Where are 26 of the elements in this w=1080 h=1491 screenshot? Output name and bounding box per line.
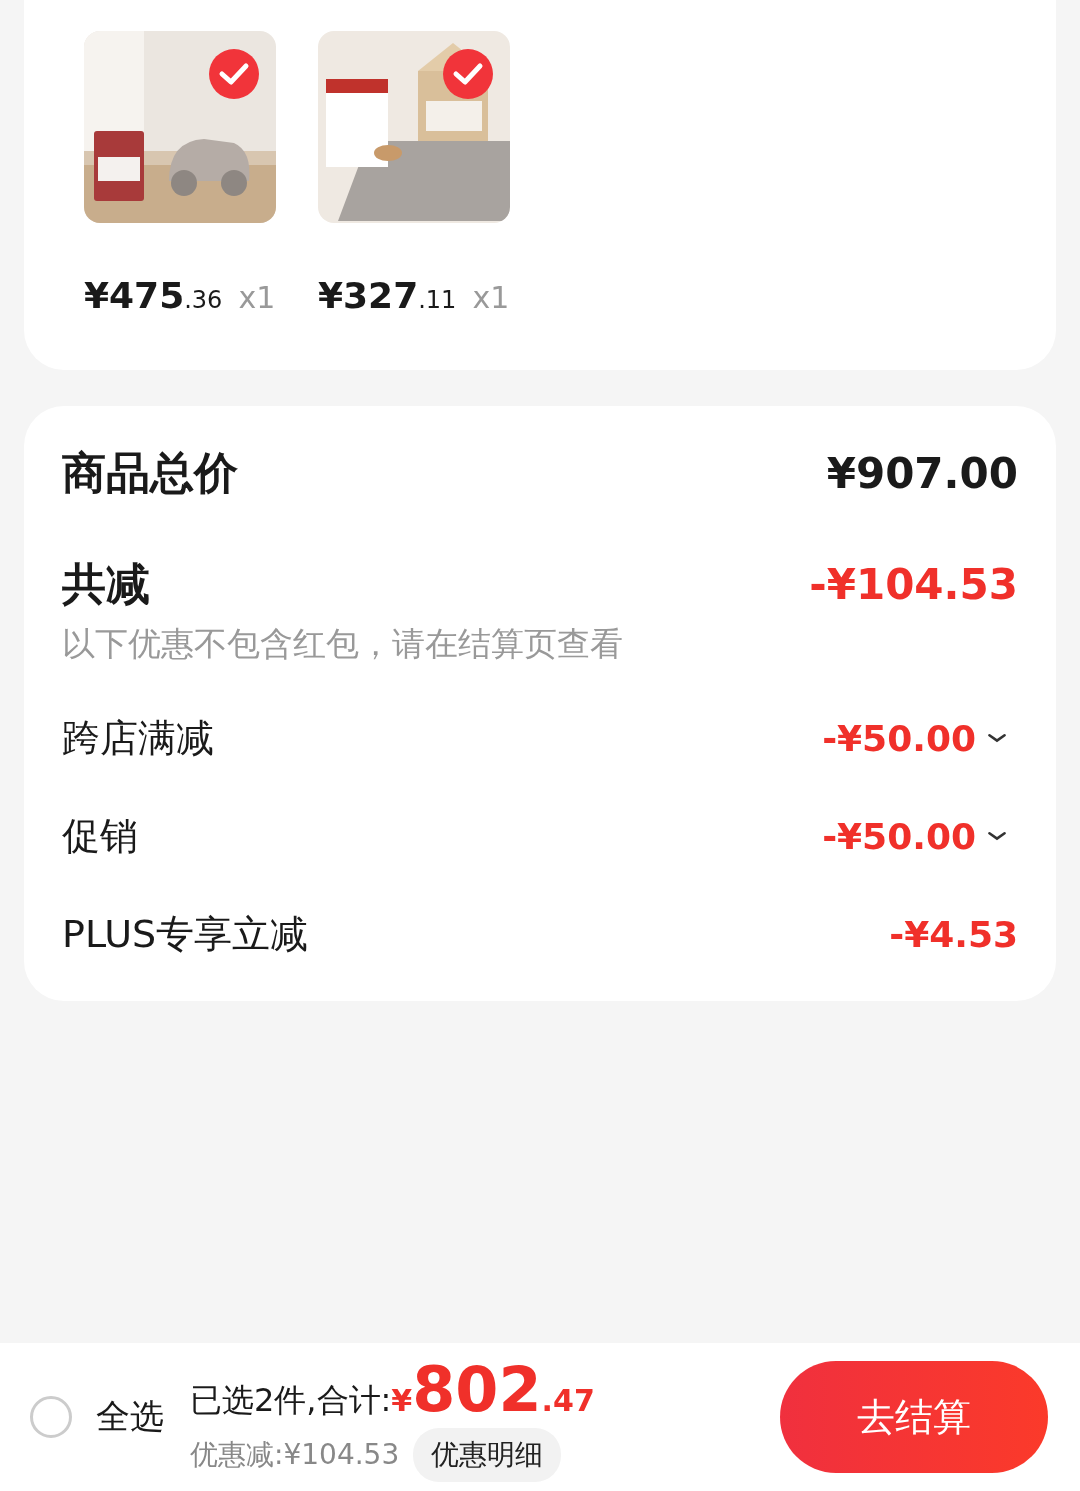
total-label: 商品总价 — [62, 446, 238, 500]
select-all-checkbox[interactable] — [30, 1396, 72, 1438]
select-all-label[interactable]: 全选 — [96, 1394, 164, 1440]
discount-value: -¥104.53 — [809, 560, 1018, 609]
checked-icon[interactable] — [208, 48, 260, 100]
discount-label: 共减 — [62, 557, 150, 611]
checked-icon[interactable] — [442, 48, 494, 100]
total-value: ¥907.00 — [826, 449, 1018, 498]
item-quantity: x1 — [238, 280, 276, 315]
checkout-button[interactable]: 去结算 — [780, 1361, 1048, 1473]
discount-item-label: 跨店满减 — [62, 714, 214, 762]
discount-item-label: 促销 — [62, 812, 138, 860]
saved-amount: 优惠减:¥104.53 — [190, 1436, 400, 1473]
item-price: ¥327.11 — [318, 275, 457, 316]
discount-note: 以下优惠不包含红包，请在结算页查看 — [62, 623, 624, 665]
total-price: ¥802.47 — [391, 1352, 595, 1426]
selected-count-text: 已选2件,合计: — [190, 1379, 392, 1421]
discount-item-label: PLUS专享立减 — [62, 910, 309, 958]
item-price: ¥475.36 — [84, 275, 223, 316]
chevron-down-icon[interactable] — [986, 731, 1008, 745]
item-quantity: x1 — [472, 280, 510, 315]
discount-item-value: -¥4.53 — [889, 913, 1018, 955]
discount-item-value: -¥50.00 — [822, 717, 976, 759]
discount-details-button[interactable]: 优惠明细 — [413, 1427, 562, 1482]
chevron-down-icon[interactable] — [986, 829, 1008, 843]
discount-item-value: -¥50.00 — [822, 815, 976, 857]
